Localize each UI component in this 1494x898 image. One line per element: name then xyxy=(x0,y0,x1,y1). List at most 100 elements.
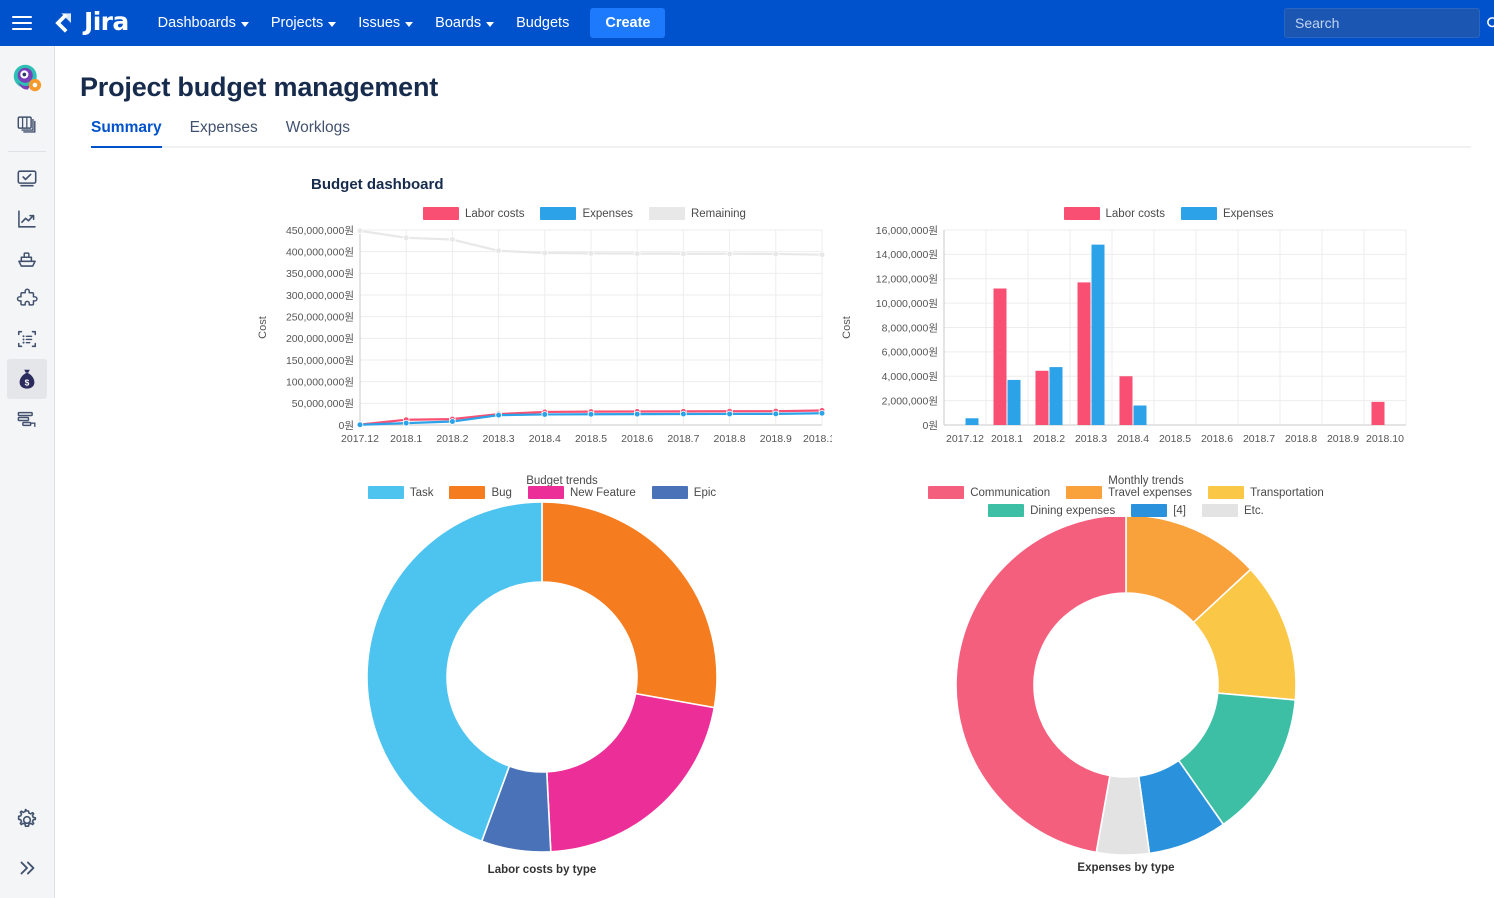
labor-costs-legend-item[interactable]: Task xyxy=(367,486,433,499)
trend-chart-icon xyxy=(18,210,36,228)
legend-label: Communication xyxy=(970,486,1051,499)
svg-text:2018.8: 2018.8 xyxy=(1285,433,1317,445)
svg-text:2017.12: 2017.12 xyxy=(946,433,984,445)
labor-costs-legend-item[interactable]: New Feature xyxy=(527,486,636,499)
svg-text:4,000,000원: 4,000,000원 xyxy=(882,371,938,383)
legend-color-swatch xyxy=(527,486,564,499)
donut-slice[interactable] xyxy=(541,501,718,709)
svg-text:2018.10: 2018.10 xyxy=(803,433,832,445)
sidebar-item-monitor-check[interactable] xyxy=(7,159,47,199)
expenses-caption: Expenses by type xyxy=(1077,862,1175,874)
svg-text:2018.3: 2018.3 xyxy=(1075,433,1107,445)
monthly-trends-legend-item[interactable]: Expenses xyxy=(1180,207,1273,220)
svg-text:2,000,000원: 2,000,000원 xyxy=(882,395,938,407)
budget-trends-legend-item[interactable]: Expenses xyxy=(540,207,633,220)
tab-worklogs[interactable]: Worklogs xyxy=(286,119,350,148)
legend-color-swatch xyxy=(651,486,688,499)
labor-costs-legend-item[interactable]: Bug xyxy=(449,486,512,499)
svg-text:2018.7: 2018.7 xyxy=(667,433,699,445)
tab-expenses[interactable]: Expenses xyxy=(190,119,258,148)
svg-text:450,000,000원: 450,000,000원 xyxy=(286,225,354,237)
svg-text:2018.4: 2018.4 xyxy=(1117,433,1149,445)
svg-text:2018.6: 2018.6 xyxy=(621,433,653,445)
labor-costs-donut xyxy=(366,501,718,853)
monthly-trends-legend-item[interactable]: Labor costs xyxy=(1063,207,1165,220)
budget-trends-legend-item[interactable]: Remaining xyxy=(648,207,746,220)
chevron-down-icon xyxy=(328,21,337,27)
nav-item-label: Budgets xyxy=(516,15,570,31)
svg-text:350,000,000원: 350,000,000원 xyxy=(286,268,354,280)
sidebar-item-releases[interactable] xyxy=(7,239,47,279)
svg-text:150,000,000원: 150,000,000원 xyxy=(286,355,354,367)
legend-color-swatch xyxy=(1180,207,1217,220)
legend-color-swatch xyxy=(928,486,965,499)
chevron-down-icon xyxy=(486,21,495,27)
sidebar-item-list-card[interactable] xyxy=(7,319,47,359)
search-input[interactable] xyxy=(1285,15,1486,31)
list-card-icon xyxy=(17,330,37,348)
svg-text:200,000,000원: 200,000,000원 xyxy=(286,333,354,345)
svg-text:0원: 0원 xyxy=(923,420,939,432)
svg-text:Cost: Cost xyxy=(841,316,853,339)
svg-text:2018.5: 2018.5 xyxy=(1159,433,1191,445)
legend-label: Transportation xyxy=(1250,486,1324,499)
svg-text:2018.6: 2018.6 xyxy=(1201,433,1233,445)
nav-item-boards[interactable]: Boards xyxy=(424,9,505,37)
nav-item-dashboards[interactable]: Dashboards xyxy=(147,9,260,37)
svg-text:12,000,000원: 12,000,000원 xyxy=(876,274,938,286)
chevron-down-icon xyxy=(240,21,249,27)
expenses-legend-item[interactable]: Dining expenses xyxy=(988,504,1115,517)
jira-logo[interactable]: Jira xyxy=(50,9,129,37)
labor-costs-legend-item[interactable]: Epic xyxy=(651,486,717,499)
top-navigation-bar: Jira Dashboards Projects Issues Boards B… xyxy=(0,0,1494,46)
svg-text:50,000,000원: 50,000,000원 xyxy=(292,398,354,410)
jira-wordmark: Jira xyxy=(84,7,129,36)
legend-label: Epic xyxy=(693,486,717,499)
sidebar-item-project-avatar[interactable] xyxy=(7,58,47,98)
charts-grid: Labor costs Expenses Remaining 0원 50,000,00… xyxy=(55,193,1494,893)
expenses-legend-item[interactable]: [4] xyxy=(1131,504,1186,517)
nav-item-label: Projects xyxy=(270,15,324,31)
svg-text:8,000,000원: 8,000,000원 xyxy=(882,322,938,334)
legend-color-swatch xyxy=(1202,504,1238,517)
puzzle-icon xyxy=(16,288,38,306)
expenses-by-type-chart: Communication Travel expenses Transportati… xyxy=(836,486,1416,874)
legend-color-swatch xyxy=(1208,486,1245,499)
donut-slice[interactable] xyxy=(545,692,716,853)
legend-label: Etc. xyxy=(1244,504,1264,517)
legend-label: Labor costs xyxy=(1105,207,1165,220)
sidebar-item-timeline[interactable] xyxy=(7,399,47,439)
sidebar-item-reports[interactable] xyxy=(7,199,47,239)
expenses-donut xyxy=(955,514,1297,856)
sidebar-item-addons[interactable] xyxy=(7,279,47,319)
dashboard-title: Budget dashboard xyxy=(311,176,444,193)
legend-label: New Feature xyxy=(569,486,636,499)
tab-summary[interactable]: Summary xyxy=(91,119,162,148)
sidebar-item-board[interactable] xyxy=(7,104,47,144)
expenses-legend-item[interactable]: Etc. xyxy=(1202,504,1264,517)
legend-color-swatch xyxy=(449,486,486,499)
nav-item-issues[interactable]: Issues xyxy=(347,9,424,37)
donut-slice[interactable] xyxy=(955,514,1127,854)
nav-item-budgets[interactable]: Budgets xyxy=(505,9,580,37)
nav-item-projects[interactable]: Projects xyxy=(260,9,347,37)
budget-trends-legend: Labor costs Expenses Remaining xyxy=(337,207,832,220)
search-box[interactable] xyxy=(1284,8,1494,38)
jira-mark-icon xyxy=(55,13,71,33)
expenses-legend-item[interactable]: Travel expenses xyxy=(1066,486,1192,499)
svg-text:2018.7: 2018.7 xyxy=(1243,433,1275,445)
search-icon[interactable] xyxy=(1486,16,1494,31)
create-button[interactable]: Create xyxy=(590,8,666,38)
tab-bar: Summary Expenses Worklogs xyxy=(91,119,1471,148)
legend-color-swatch xyxy=(1063,207,1100,220)
legend-color-swatch xyxy=(648,207,685,220)
sidebar-item-settings[interactable] xyxy=(7,800,47,840)
budget-trends-legend-item[interactable]: Labor costs xyxy=(423,207,524,220)
left-sidebar: $ xyxy=(0,46,55,898)
sidebar-item-budgets[interactable]: $ xyxy=(7,359,47,399)
expenses-legend-item[interactable]: Transportation xyxy=(1208,486,1324,499)
main-content: Project budget management Summary Expens… xyxy=(55,46,1494,898)
expenses-legend-item[interactable]: Communication xyxy=(928,486,1050,499)
sidebar-expand-button[interactable] xyxy=(7,848,47,888)
hamburger-menu-icon[interactable] xyxy=(0,0,44,46)
